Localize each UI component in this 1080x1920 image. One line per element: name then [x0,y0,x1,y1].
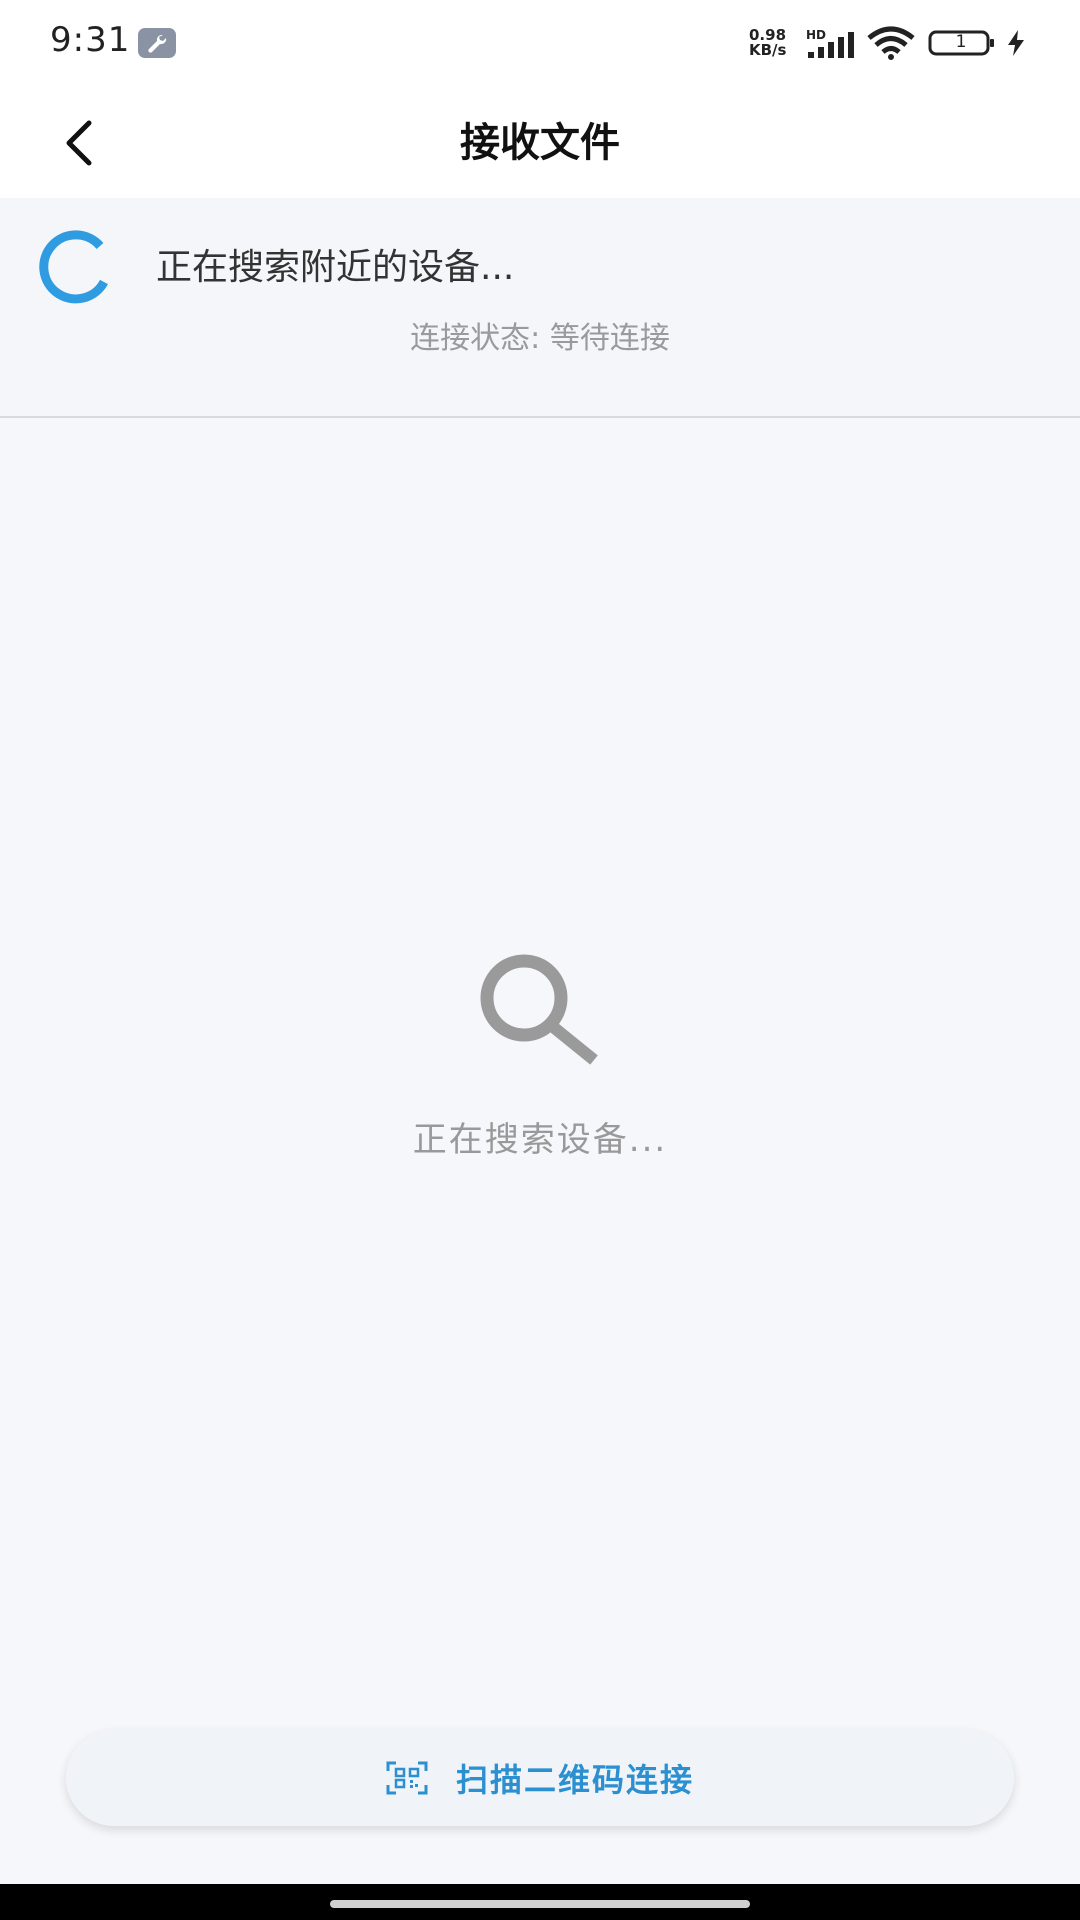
scan-qr-connect-button[interactable]: 扫描二维码连接 [66,1730,1014,1826]
home-indicator[interactable] [330,1900,750,1908]
wifi-icon [867,26,915,60]
status-time: 9:31 [50,20,131,60]
network-speed-unit: KB/s [749,41,787,59]
search-status-panel: 正在搜索附近的设备... 连接状态: 等待连接 [0,198,1080,418]
qr-code-icon [386,1761,428,1795]
wrench-icon [138,28,176,58]
searching-devices-text: 正在搜索设备... [412,1120,668,1160]
search-icon [480,954,598,1065]
page-title: 接收文件 [460,120,620,166]
battery-level: 1 [955,32,967,52]
loading-spinner-icon [39,230,108,304]
signal-icon [808,32,854,58]
navigation-bar [0,1884,1080,1920]
searching-nearby-text: 正在搜索附近的设备... [156,247,515,288]
chevron-left-icon [66,120,92,166]
network-speed: 0.98 KB/s [749,28,799,58]
title-bar: 接收文件 [0,88,1080,198]
empty-state: 正在搜索设备... [0,950,1080,1170]
connection-status: 连接状态: 等待连接 [410,321,670,356]
back-button[interactable] [44,108,114,178]
scan-qr-label: 扫描二维码连接 [455,1761,694,1799]
charging-bolt-icon [1008,30,1024,56]
status-bar: 9:31 0.98 KB/s HD 1 [0,0,1080,88]
